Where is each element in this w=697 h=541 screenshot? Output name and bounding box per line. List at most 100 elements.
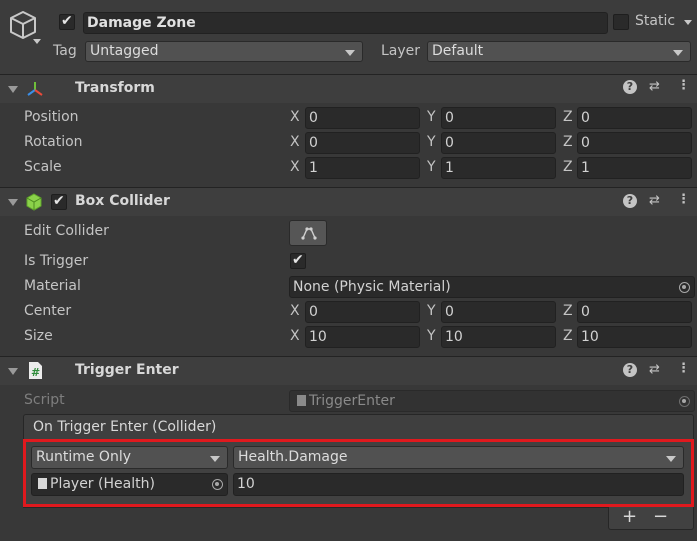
box-collider-enabled-checkbox[interactable]: ✔ [51, 193, 67, 210]
edit-collider-button[interactable] [289, 220, 327, 246]
scale-y-label: Y [427, 159, 436, 175]
remove-button[interactable]: − [653, 506, 668, 527]
gameobject-cube-icon [10, 11, 36, 39]
position-x-field[interactable]: 0 [305, 107, 420, 129]
gameobject-header: ✔ Damage Zone Static Tag Untagged Layer … [0, 0, 697, 74]
script-file-icon [38, 478, 47, 489]
chevron-down-icon [345, 50, 355, 56]
scale-x-field[interactable]: 1 [305, 157, 420, 179]
rotation-y-field[interactable]: 0 [441, 132, 556, 154]
object-picker-icon [679, 396, 690, 407]
material-value: None (Physic Material) [293, 279, 451, 295]
help-icon[interactable]: ? [623, 363, 637, 377]
size-z-field[interactable]: 10 [577, 326, 692, 348]
rotation-x-label: X [290, 134, 300, 150]
center-y-label: Y [427, 303, 436, 319]
rotation-z-field[interactable]: 0 [577, 132, 692, 154]
active-checkbox[interactable]: ✔ [59, 13, 75, 30]
argument-field[interactable]: 10 [233, 473, 684, 496]
trigger-enter-header[interactable]: # Trigger Enter ? ⇄ ⋮ [0, 357, 697, 385]
center-label: Center [24, 303, 72, 319]
transform-axes-icon [27, 82, 43, 96]
script-value: TriggerEnter [309, 393, 395, 409]
runtime-value: Runtime Only [36, 449, 131, 465]
menu-dots-icon[interactable]: ⋮ [677, 192, 690, 207]
gameobject-name-text: Damage Zone [87, 15, 196, 31]
menu-dots-icon[interactable]: ⋮ [677, 361, 690, 376]
object-picker-icon[interactable] [679, 282, 690, 293]
is-trigger-label: Is Trigger [24, 253, 89, 269]
center-y-value: 0 [445, 304, 454, 320]
function-dropdown[interactable]: Health.Damage [233, 446, 684, 469]
static-label: Static [635, 13, 676, 29]
size-y-value: 10 [445, 329, 463, 345]
size-x-value: 10 [309, 329, 327, 345]
size-y-field[interactable]: 10 [441, 326, 556, 348]
object-picker-icon[interactable] [212, 479, 223, 490]
event-list-footer: + − [608, 506, 694, 530]
foldout-arrow-icon[interactable] [8, 368, 18, 375]
menu-dots-icon[interactable]: ⋮ [677, 78, 690, 93]
layer-label: Layer [381, 43, 421, 59]
presets-icon[interactable]: ⇄ [649, 362, 660, 377]
box-collider-header[interactable]: ✔ Box Collider ? ⇄ ⋮ [0, 188, 697, 216]
edit-collider-icon [301, 227, 317, 240]
rotation-y-value: 0 [445, 135, 454, 151]
help-icon[interactable]: ? [623, 80, 637, 94]
rotation-z-label: Z [563, 134, 573, 150]
checkmark-icon: ✔ [61, 13, 73, 29]
box-collider-title: Box Collider [75, 193, 170, 209]
material-field[interactable]: None (Physic Material) [289, 276, 695, 298]
layer-value: Default [432, 43, 484, 59]
checkmark-icon: ✔ [292, 252, 304, 268]
position-z-field[interactable]: 0 [577, 107, 692, 129]
layer-dropdown[interactable]: Default [427, 41, 691, 62]
center-x-label: X [290, 303, 300, 319]
scale-z-field[interactable]: 1 [577, 157, 692, 179]
size-z-value: 10 [581, 329, 599, 345]
transform-header[interactable]: Transform ? ⇄ ⋮ [0, 75, 697, 103]
scale-y-value: 1 [445, 160, 454, 176]
transform-title: Transform [75, 80, 155, 96]
size-x-field[interactable]: 10 [305, 326, 420, 348]
center-z-value: 0 [581, 304, 590, 320]
target-object-value: Player (Health) [50, 476, 155, 492]
presets-icon[interactable]: ⇄ [649, 79, 660, 94]
position-z-value: 0 [581, 110, 590, 126]
help-icon[interactable]: ? [623, 194, 637, 208]
position-y-field[interactable]: 0 [441, 107, 556, 129]
material-label: Material [24, 278, 81, 294]
center-z-field[interactable]: 0 [577, 301, 692, 323]
scale-y-field[interactable]: 1 [441, 157, 556, 179]
is-trigger-checkbox[interactable]: ✔ [290, 252, 306, 269]
tag-label: Tag [53, 43, 77, 59]
size-label: Size [24, 328, 53, 344]
static-checkbox[interactable] [613, 14, 629, 30]
size-x-label: X [290, 328, 300, 344]
position-label: Position [24, 109, 79, 125]
tag-dropdown[interactable]: Untagged [85, 41, 363, 62]
position-y-value: 0 [445, 110, 454, 126]
gameobject-name-field[interactable]: Damage Zone [83, 12, 608, 34]
add-button[interactable]: + [622, 506, 637, 527]
position-y-label: Y [427, 109, 436, 125]
script-field: TriggerEnter [289, 390, 695, 412]
unity-event-title: On Trigger Enter (Collider) [33, 419, 217, 435]
trigger-enter-title: Trigger Enter [75, 362, 179, 378]
runtime-dropdown[interactable]: Runtime Only [31, 446, 228, 469]
script-label: Script [24, 392, 65, 408]
svg-text:#: # [31, 366, 40, 379]
center-x-value: 0 [309, 304, 318, 320]
center-y-field[interactable]: 0 [441, 301, 556, 323]
checkmark-icon: ✔ [53, 193, 65, 209]
rotation-x-field[interactable]: 0 [305, 132, 420, 154]
target-object-field[interactable]: Player (Health) [31, 473, 228, 496]
presets-icon[interactable]: ⇄ [649, 193, 660, 208]
script-file-icon [297, 395, 306, 406]
rotation-y-label: Y [427, 134, 436, 150]
foldout-arrow-icon[interactable] [8, 199, 18, 206]
center-x-field[interactable]: 0 [305, 301, 420, 323]
gameobject-icon-dropdown-caret[interactable] [33, 39, 41, 44]
static-dropdown-caret[interactable] [684, 20, 692, 25]
foldout-arrow-icon[interactable] [8, 86, 18, 93]
